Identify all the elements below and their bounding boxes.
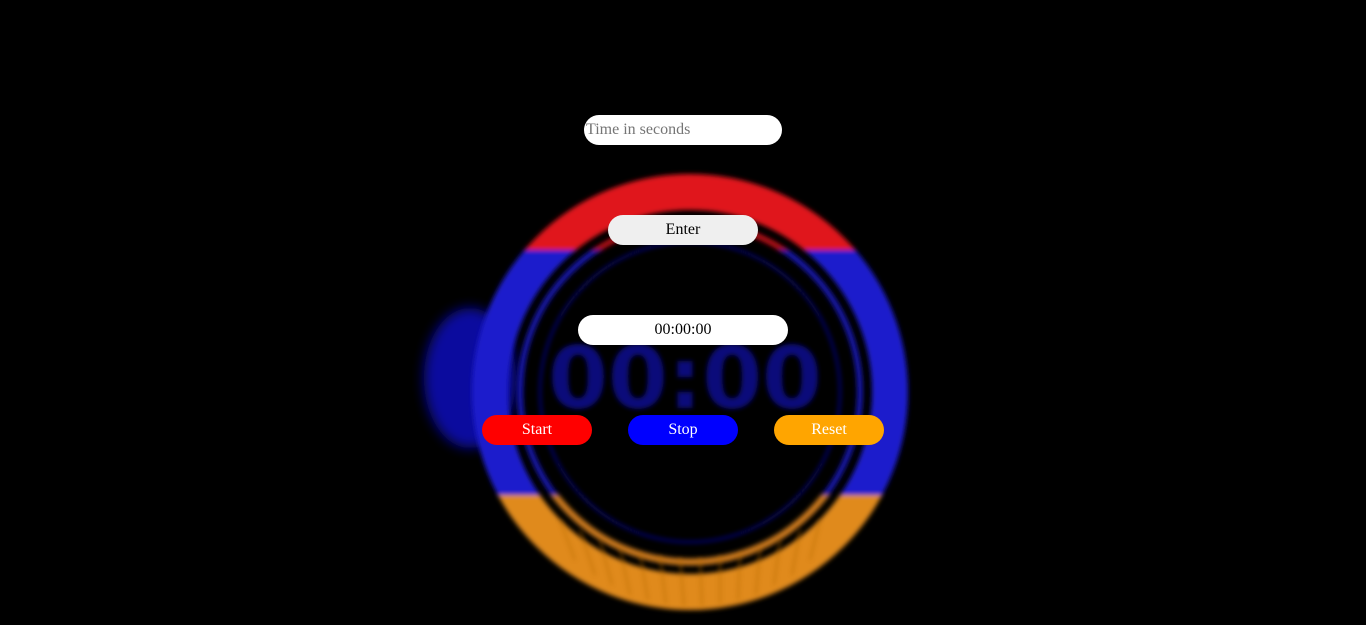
stop-button[interactable]: Stop	[628, 415, 738, 445]
time-display: 00:00:00	[578, 315, 788, 345]
start-button[interactable]: Start	[482, 415, 592, 445]
seconds-input[interactable]	[584, 115, 782, 145]
stopwatch-ring-graphic: 00:00	[424, 174, 908, 610]
enter-button[interactable]: Enter	[608, 215, 758, 245]
timer-page: 00:00 Enter 00:00:00 Start Stop Reset	[0, 0, 1366, 625]
reset-button[interactable]: Reset	[774, 415, 884, 445]
